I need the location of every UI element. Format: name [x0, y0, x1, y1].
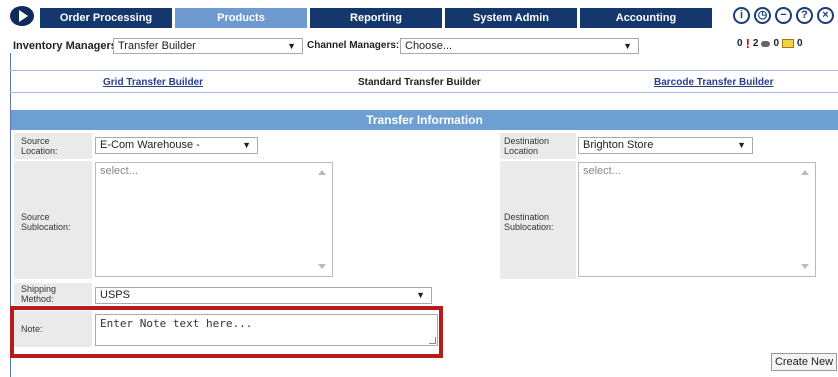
source-sublocation-list[interactable]: select...	[95, 162, 333, 277]
source-sublocation-label: Source Sublocation:	[21, 212, 71, 232]
tab-products[interactable]: Products	[175, 8, 310, 28]
barcode-transfer-builder-link[interactable]: Barcode Transfer Builder	[654, 77, 773, 88]
destination-location-select[interactable]: Brighton Store ▼	[578, 137, 753, 154]
chevron-down-icon: ▼	[287, 41, 296, 51]
info-icon[interactable]: i	[733, 7, 750, 24]
mail-count: 0	[797, 38, 803, 49]
minus-icon[interactable]: −	[775, 7, 792, 24]
main-nav: Order Processing Products Reporting Syst…	[40, 8, 715, 28]
source-location-select[interactable]: E-Com Warehouse - ▼	[95, 137, 258, 154]
scroll-down-icon[interactable]	[801, 264, 809, 269]
grid-transfer-builder-link[interactable]: Grid Transfer Builder	[103, 77, 203, 88]
chevron-down-icon: ▼	[242, 140, 251, 150]
channel-managers-select[interactable]: Choose... ▼	[400, 38, 639, 54]
tab-accounting[interactable]: Accounting	[580, 8, 715, 28]
tab-system-admin[interactable]: System Admin	[445, 8, 580, 28]
chevron-down-icon: ▼	[623, 41, 632, 51]
messages-count: 2	[752, 38, 759, 49]
chevron-down-icon: ▼	[737, 140, 746, 150]
destination-sublocation-list[interactable]: select...	[578, 162, 816, 277]
destination-sublocation-label: Destination Sublocation:	[504, 212, 554, 232]
destination-location-value: Brighton Store	[583, 139, 654, 151]
source-sublocation-placeholder: select...	[100, 165, 138, 177]
inventory-managers-select[interactable]: Transfer Builder ▼	[113, 38, 303, 54]
highlight-box	[10, 306, 443, 358]
source-location-label: Source Location:	[21, 136, 58, 156]
shipping-method-value: USPS	[100, 289, 130, 301]
source-location-value: E-Com Warehouse -	[100, 139, 200, 151]
tab-reporting[interactable]: Reporting	[310, 8, 445, 28]
notification-counters: 0 ! 2 0 0	[737, 36, 803, 51]
top-icons: i ◷ − ? ×	[733, 7, 834, 24]
help-icon[interactable]: ?	[796, 7, 813, 24]
divider	[10, 70, 838, 71]
chevron-down-icon: ▼	[416, 290, 425, 300]
chat-icon[interactable]	[761, 40, 771, 47]
alerts-count: 0	[737, 38, 743, 49]
channel-managers-value: Choose...	[405, 40, 453, 52]
standard-transfer-builder-label: Standard Transfer Builder	[358, 77, 481, 88]
mail-icon[interactable]	[782, 39, 795, 48]
alert-icon[interactable]: !	[746, 36, 750, 51]
app-logo-icon[interactable]	[10, 6, 34, 26]
scroll-up-icon[interactable]	[801, 170, 809, 175]
scroll-up-icon[interactable]	[318, 170, 326, 175]
channel-managers-label: Channel Managers:	[307, 40, 400, 51]
destination-sublocation-placeholder: select...	[583, 165, 621, 177]
destination-location-label: Destination Location	[504, 136, 550, 156]
section-title: Transfer Information	[11, 110, 838, 130]
mail-prefix-count: 0	[773, 38, 780, 49]
inventory-managers-label: Inventory Managers:	[13, 40, 121, 52]
close-icon[interactable]: ×	[817, 7, 834, 24]
scroll-down-icon[interactable]	[318, 264, 326, 269]
shipping-method-label: Shipping Method:	[21, 284, 57, 304]
create-new-button[interactable]: Create New	[771, 353, 837, 371]
inventory-managers-value: Transfer Builder	[118, 40, 196, 52]
shipping-method-select[interactable]: USPS ▼	[95, 287, 432, 304]
divider	[10, 92, 838, 93]
history-icon[interactable]: ◷	[754, 7, 771, 24]
tab-order-processing[interactable]: Order Processing	[40, 8, 175, 28]
